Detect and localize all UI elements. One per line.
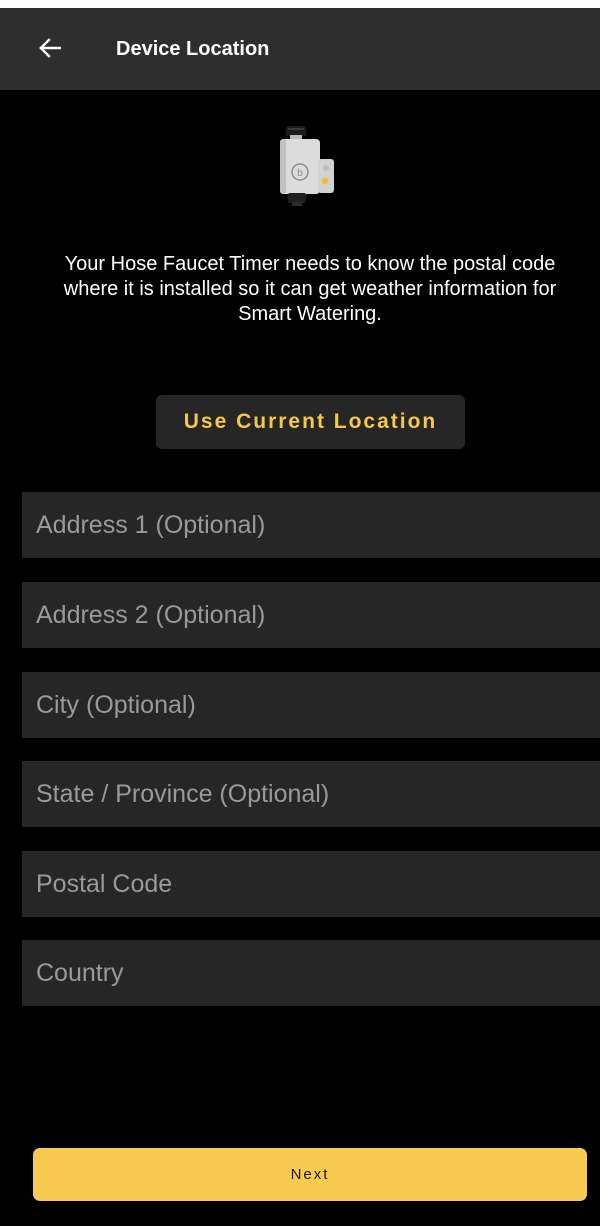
next-button[interactable]: Next [33, 1148, 587, 1201]
page-title: Device Location [116, 38, 270, 60]
city-field[interactable] [22, 672, 600, 738]
intro-description: Your Hose Faucet Timer needs to know the… [63, 253, 557, 325]
arrow-left-icon [39, 38, 61, 58]
postal-code-field[interactable] [22, 851, 600, 917]
device-logo-letter: b [297, 168, 303, 179]
country-input[interactable] [22, 940, 600, 1006]
use-current-location-button[interactable]: Use Current Location [156, 395, 465, 449]
app-bar: Device Location [0, 8, 600, 90]
postal-code-input[interactable] [22, 851, 600, 917]
state-input[interactable] [22, 761, 600, 827]
address2-field[interactable] [22, 582, 600, 648]
address1-field[interactable] [22, 492, 600, 558]
city-input[interactable] [22, 672, 600, 738]
address2-input[interactable] [22, 582, 600, 648]
state-field[interactable] [22, 761, 600, 827]
back-button[interactable] [26, 24, 74, 72]
hose-faucet-timer-image: b [274, 124, 340, 208]
status-bar-edge [0, 0, 600, 8]
address1-input[interactable] [22, 492, 600, 558]
country-field[interactable] [22, 940, 600, 1006]
